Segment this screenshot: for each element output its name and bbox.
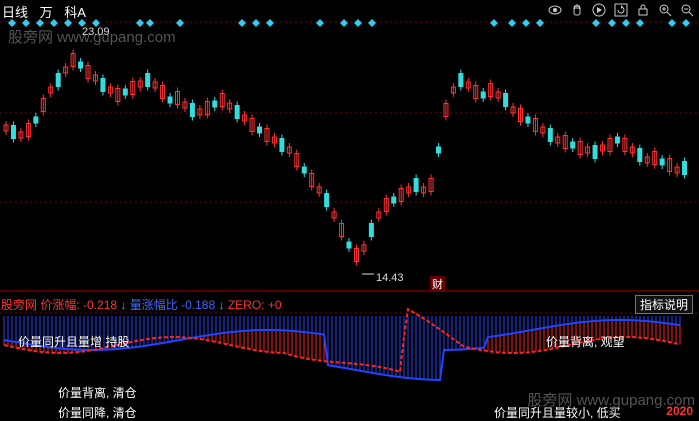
candle-body bbox=[547, 128, 553, 142]
candle-body bbox=[458, 73, 464, 87]
candle-body bbox=[503, 93, 509, 107]
candle-body bbox=[592, 145, 598, 159]
candle-body bbox=[33, 116, 39, 124]
zero-value: +0 bbox=[267, 298, 282, 312]
down-arrow-icon: ↓ bbox=[218, 298, 225, 312]
candle-body bbox=[413, 178, 419, 192]
stock-name: 万 bbox=[39, 5, 53, 20]
indicator-bar: 股旁网 价涨幅: -0.218 ↓ 量涨幅比 -0.188 ↓ ZERO: +0… bbox=[0, 293, 699, 314]
candle-body bbox=[682, 161, 688, 175]
candle-body bbox=[435, 146, 441, 154]
candle-body bbox=[10, 125, 16, 139]
candle-body bbox=[122, 88, 128, 96]
signal-diamond bbox=[592, 19, 600, 27]
signal-diamond bbox=[682, 19, 690, 27]
candle-body bbox=[212, 100, 218, 108]
candle-body bbox=[167, 96, 173, 104]
signal-diamond bbox=[176, 19, 184, 27]
zoom-in-icon[interactable] bbox=[657, 2, 673, 18]
signal-diamond bbox=[354, 19, 362, 27]
candle-body bbox=[145, 73, 151, 87]
candle-body bbox=[78, 61, 84, 69]
annotation-sell-1: 价量背离, 清仓 bbox=[58, 386, 137, 400]
stock-title: 日线 万 科A bbox=[2, 2, 94, 21]
annotation-sell-2: 价量同降, 清仓 bbox=[58, 406, 137, 420]
refresh-icon[interactable] bbox=[613, 2, 629, 18]
finance-marker[interactable]: 财 bbox=[430, 276, 445, 292]
zero-label: ZERO: bbox=[227, 298, 265, 312]
low-price-label: 14.43 bbox=[376, 272, 404, 284]
down-arrow-icon: ↓ bbox=[120, 298, 127, 312]
signal-diamond bbox=[608, 19, 616, 27]
candle-body bbox=[570, 141, 576, 149]
price-change-value: -0.218 bbox=[83, 298, 118, 312]
candle-body bbox=[614, 136, 620, 144]
candle-body bbox=[234, 105, 240, 119]
candle-body bbox=[301, 166, 307, 174]
candle-body bbox=[257, 126, 263, 134]
candle-body bbox=[346, 241, 352, 249]
indicator-help-button[interactable]: 指标说明 bbox=[634, 295, 693, 314]
watermark-bottom: 股旁网 www.gupang.com bbox=[527, 392, 695, 409]
signal-diamond bbox=[340, 19, 348, 27]
annotation-watch: 价量背离, 观望 bbox=[546, 335, 625, 349]
candle-body bbox=[368, 223, 374, 237]
volume-change-value: -0.188 bbox=[181, 298, 216, 312]
chart-canvas bbox=[0, 19, 699, 381]
signal-diamond bbox=[668, 19, 676, 27]
signal-diamond bbox=[636, 19, 644, 27]
candle-body bbox=[637, 148, 643, 162]
indicator-name[interactable]: 股旁网 bbox=[1, 298, 37, 312]
signal-diamond bbox=[522, 19, 530, 27]
lock-icon[interactable] bbox=[635, 2, 651, 18]
toolbar-icons bbox=[547, 2, 695, 18]
zoom-out-icon[interactable] bbox=[679, 2, 695, 18]
indicator-legend: 股旁网 价涨幅: -0.218 ↓ 量涨幅比 -0.188 ↓ ZERO: +0 bbox=[1, 296, 282, 313]
candle-body bbox=[100, 78, 106, 92]
signal-diamond bbox=[252, 19, 260, 27]
period-label[interactable]: 日线 bbox=[2, 5, 28, 20]
top-bar: 日线 万 科A bbox=[0, 0, 699, 20]
signal-diamond bbox=[266, 19, 274, 27]
candle-body bbox=[525, 116, 531, 124]
signal-diamond bbox=[622, 19, 630, 27]
candle-body bbox=[189, 103, 195, 117]
signal-diamond bbox=[508, 19, 516, 27]
signal-diamond bbox=[316, 19, 324, 27]
candle-body bbox=[324, 193, 330, 207]
candle-body bbox=[279, 138, 285, 152]
volume-change-label: 量涨幅比 bbox=[129, 298, 178, 312]
signal-diamond bbox=[238, 19, 246, 27]
high-price-label: 23.09 bbox=[82, 26, 110, 38]
annotation-hold: 价量同升且量增 持股 bbox=[18, 335, 130, 349]
candle-body bbox=[659, 158, 665, 166]
candle-body bbox=[55, 73, 61, 87]
eye-icon[interactable] bbox=[547, 2, 563, 18]
play-icon[interactable] bbox=[591, 2, 607, 18]
candle-body bbox=[480, 91, 486, 99]
price-change-label: 价涨幅: bbox=[40, 298, 80, 312]
stock-code-suffix: 科A bbox=[64, 5, 86, 20]
candle-body bbox=[391, 196, 397, 204]
signal-diamond bbox=[490, 19, 498, 27]
signal-diamond bbox=[536, 19, 544, 27]
signal-diamond bbox=[368, 19, 376, 27]
hand-icon[interactable] bbox=[569, 2, 585, 18]
